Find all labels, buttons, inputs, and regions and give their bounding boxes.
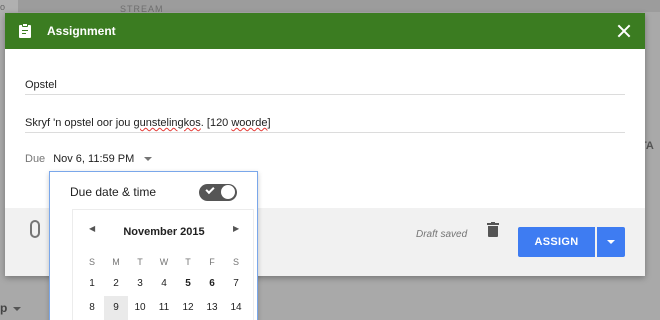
instructions-field[interactable]: Skryf 'n opstel oor jou gunstelingkos. [… — [25, 117, 625, 133]
instructions-misspelled-word-2: woorde — [231, 117, 268, 129]
assignment-clipboard-icon — [17, 23, 33, 39]
due-date-toggle[interactable] — [199, 184, 237, 201]
draft-status: Draft saved — [416, 229, 468, 240]
calendar-day[interactable]: 7 — [224, 272, 248, 296]
weekday-label: T — [137, 257, 143, 267]
calendar-grid: S M T W T F S 1 2 3 4 5 6 7 8 9 10 11 12… — [80, 252, 248, 320]
calendar-day[interactable]: 5 — [176, 272, 200, 296]
chevron-down-icon[interactable] — [144, 157, 153, 161]
calendar-day[interactable]: 4 — [152, 272, 176, 296]
weekday-label: W — [159, 257, 169, 267]
weekday-label: M — [112, 257, 120, 267]
weekday-label: S — [88, 257, 95, 267]
calendar-month-label: November 2015 — [123, 226, 205, 238]
instructions-text-3: ] — [267, 117, 271, 129]
due-date-time-heading: Due date & time — [70, 185, 157, 199]
dialog-header: Assignment — [5, 13, 645, 49]
background-left-text: o — [0, 2, 6, 12]
background-bottom-label-text: p — [0, 301, 8, 315]
calendar-day[interactable]: 12 — [176, 296, 200, 320]
toggle-knob — [221, 185, 235, 199]
assign-button[interactable]: ASSIGN — [518, 227, 595, 257]
check-icon — [205, 184, 215, 195]
attachment-icon[interactable] — [30, 220, 40, 238]
calendar: ◀ November 2015 ▶ S M T W T F S 1 2 3 4 … — [72, 209, 254, 320]
due-date-popup: Due date & time ◀ November 2015 ▶ S M T … — [49, 171, 258, 320]
calendar-day[interactable]: 2 — [104, 272, 128, 296]
close-icon[interactable] — [615, 22, 633, 40]
calendar-day[interactable]: 6 — [200, 272, 224, 296]
instructions-misspelled-word: gunstelingkos — [133, 117, 201, 129]
assign-options-button[interactable] — [597, 227, 625, 257]
background-bottom-label: p — [0, 301, 22, 315]
trash-icon[interactable] — [486, 222, 500, 238]
due-date-value[interactable]: Nov 6, 11:59 PM — [53, 153, 134, 165]
instructions-text-1: Skryf 'n opstel oor jou — [25, 117, 134, 129]
calendar-day[interactable]: 11 — [152, 296, 176, 320]
dialog-title: Assignment — [47, 24, 116, 38]
next-month-icon[interactable]: ▶ — [233, 224, 239, 233]
calendar-day[interactable]: 8 — [80, 296, 104, 320]
weekday-label: S — [232, 257, 239, 267]
calendar-day[interactable]: 14 — [224, 296, 248, 320]
weekday-label: F — [209, 257, 215, 267]
assignment-title-field[interactable]: Opstel — [25, 79, 625, 95]
due-label: Due — [25, 153, 46, 165]
instructions-text-2: . [120 — [200, 117, 232, 129]
calendar-day[interactable]: 1 — [80, 272, 104, 296]
chevron-down-icon — [13, 306, 22, 311]
background-topbar — [0, 0, 660, 12]
due-date-row[interactable]: Due Nov 6, 11:59 PM — [25, 153, 153, 165]
calendar-day[interactable]: 10 — [128, 296, 152, 320]
calendar-day-selected[interactable]: 9 — [104, 296, 128, 320]
weekday-label: T — [185, 257, 191, 267]
calendar-day[interactable]: 3 — [128, 272, 152, 296]
calendar-day[interactable]: 13 — [200, 296, 224, 320]
chevron-down-icon — [607, 240, 615, 244]
